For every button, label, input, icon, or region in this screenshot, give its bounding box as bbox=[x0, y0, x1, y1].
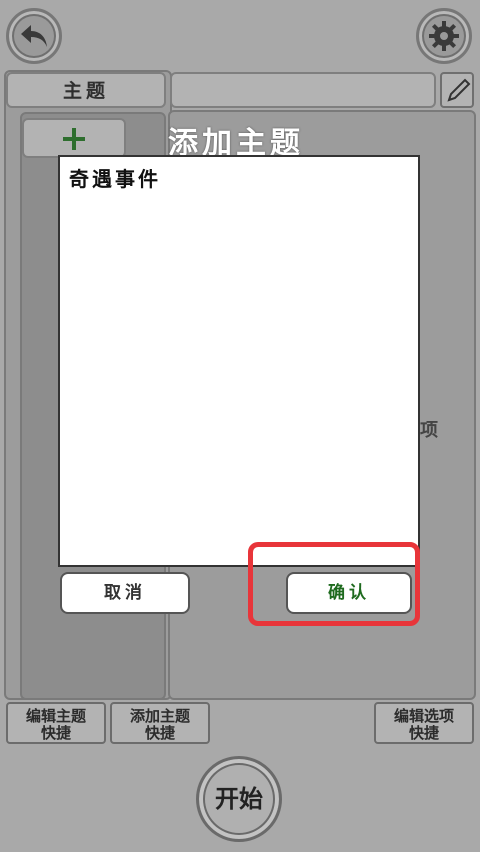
start-button[interactable]: 开始 bbox=[196, 756, 282, 842]
edit-topic-shortcut-line1: 编辑主题 bbox=[25, 707, 86, 725]
tab-topic-label: 主题 bbox=[62, 80, 109, 102]
edit-option-shortcut-line2: 快捷 bbox=[408, 724, 439, 742]
topic-name-field[interactable] bbox=[170, 72, 436, 108]
gear-icon bbox=[429, 21, 459, 51]
plus-icon bbox=[63, 128, 85, 150]
edit-option-shortcut-line1: 编辑选项 bbox=[393, 707, 454, 725]
back-button[interactable] bbox=[6, 8, 62, 64]
add-topic-shortcut-button[interactable]: 添加主题 快捷 bbox=[110, 702, 210, 744]
edit-topic-shortcut-button[interactable]: 编辑主题 快捷 bbox=[6, 702, 106, 744]
cancel-button-label: 取消 bbox=[104, 583, 146, 603]
edit-option-shortcut-button[interactable]: 编辑选项 快捷 bbox=[374, 702, 474, 744]
edit-topic-button[interactable] bbox=[440, 72, 474, 108]
add-topic-button[interactable] bbox=[22, 118, 126, 158]
options-partial-text: 项 bbox=[420, 420, 438, 441]
edit-topic-shortcut-line2: 快捷 bbox=[40, 724, 71, 742]
back-arrow-icon bbox=[21, 25, 47, 47]
topic-text-value: 奇遇事件 bbox=[69, 167, 161, 191]
confirm-highlight-box bbox=[248, 542, 420, 626]
tab-topic[interactable]: 主题 bbox=[6, 72, 166, 108]
add-topic-shortcut-line1: 添加主题 bbox=[129, 707, 190, 725]
cancel-button[interactable]: 取消 bbox=[60, 572, 190, 614]
start-button-label: 开始 bbox=[215, 784, 263, 813]
settings-button[interactable] bbox=[416, 8, 472, 64]
add-topic-shortcut-line2: 快捷 bbox=[144, 724, 175, 742]
topic-text-area[interactable]: 奇遇事件 bbox=[58, 155, 420, 567]
pencil-icon bbox=[447, 78, 471, 102]
